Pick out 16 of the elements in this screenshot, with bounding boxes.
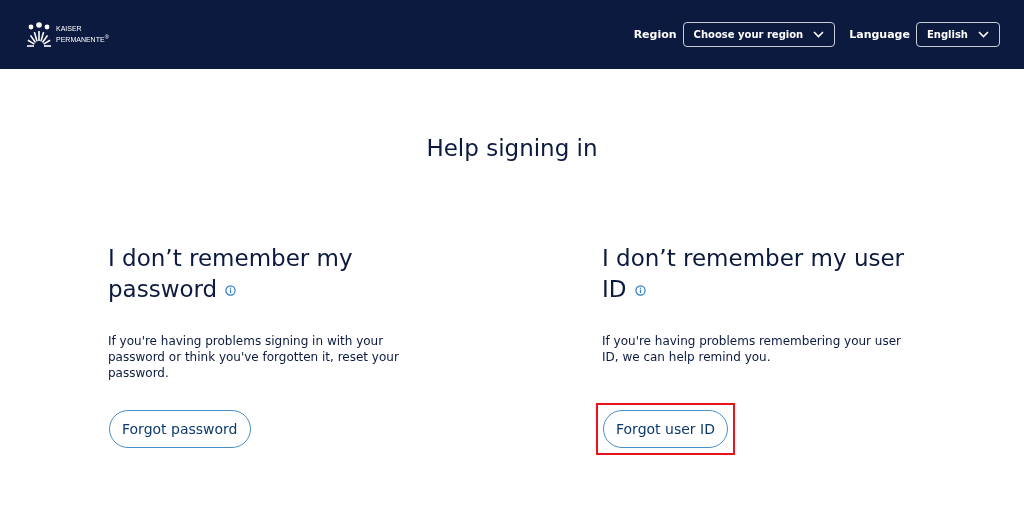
info-icon[interactable] (225, 285, 237, 296)
dropdown[interactable]: Choose your region (682, 22, 836, 47)
page-title: Help signing in (425, 135, 599, 161)
chevron-icon (813, 31, 825, 38)
section-heading: I don’t remember my user ID (602, 244, 906, 304)
description: If you're having problems signing in with your password or think you've forgotten it, reset your password. (108, 333, 400, 381)
section-heading: I don’t remember my password (108, 244, 354, 304)
dropdown[interactable]: English (915, 22, 1000, 47)
forgot-button[interactable]: Forgot user ID (603, 410, 728, 448)
info-icon[interactable] (634, 285, 646, 296)
selector-label: Region (633, 28, 677, 41)
logo-icon (26, 22, 52, 47)
chevron-icon (978, 31, 989, 38)
forgot-button[interactable]: Forgot password (109, 410, 251, 448)
description: If you're having problems remembering your user ID, we can help remind you. (602, 333, 903, 366)
selector-label: Language (849, 28, 910, 41)
